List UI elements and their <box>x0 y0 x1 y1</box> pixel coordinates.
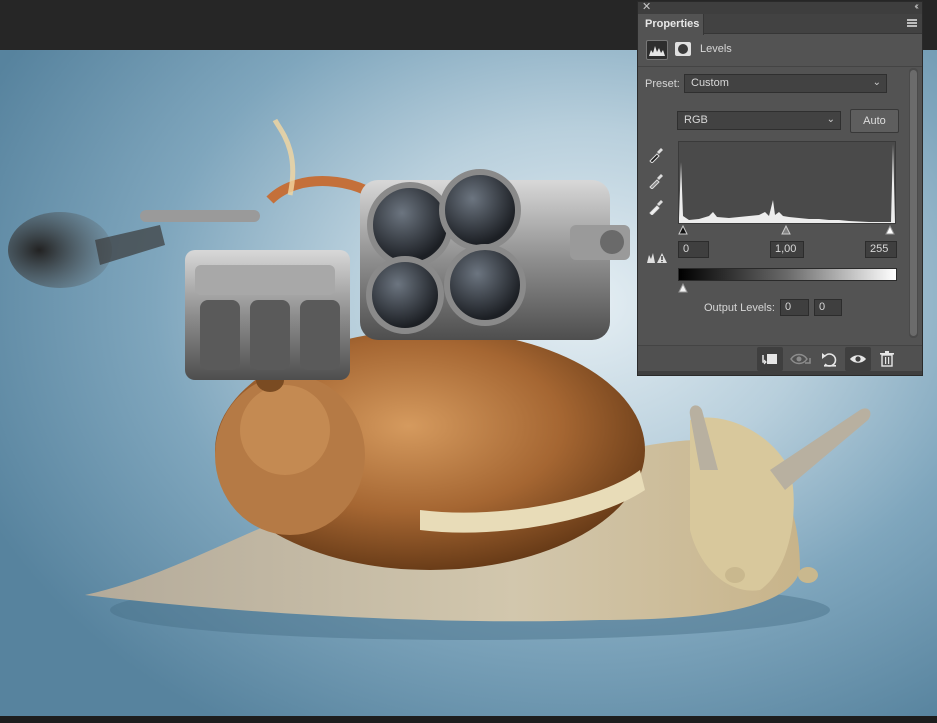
eyedropper-white-icon[interactable] <box>648 199 664 216</box>
preset-dropdown[interactable]: Custom ⌄ <box>684 74 887 93</box>
close-icon[interactable]: ✕ <box>642 1 651 13</box>
properties-panel: ✕ ‹‹ Properties Levels Preset: Custom ⌄ … <box>637 1 923 376</box>
scrollbar-thumb[interactable] <box>910 70 917 336</box>
panel-resize-edge[interactable] <box>638 371 922 375</box>
panel-scrollbar[interactable] <box>909 68 918 338</box>
histogram <box>678 141 896 224</box>
input-gamma-field[interactable]: 1,00 <box>770 241 804 258</box>
divider <box>638 66 922 67</box>
trash-icon[interactable] <box>874 347 900 371</box>
panel-menu-icon[interactable] <box>907 19 917 27</box>
view-previous-state-icon[interactable] <box>788 347 814 371</box>
output-black-handle <box>678 282 688 293</box>
preset-value: Custom <box>691 77 729 89</box>
output-levels-gradient <box>678 268 897 281</box>
auto-button[interactable]: Auto <box>850 109 899 133</box>
output-levels-label: Output Levels: <box>704 302 775 314</box>
input-white-field[interactable]: 255 <box>865 241 897 258</box>
chevron-down-icon: ⌄ <box>826 114 835 125</box>
black-point-handle <box>678 224 688 235</box>
collapse-panel-icon[interactable]: ‹‹ <box>914 1 918 13</box>
adjustment-title: Levels <box>700 43 732 55</box>
channel-dropdown[interactable]: RGB ⌄ <box>677 111 841 130</box>
output-white-field[interactable]: 0 <box>814 299 842 316</box>
layer-mask-icon[interactable] <box>675 42 691 56</box>
white-point-handle <box>885 224 895 235</box>
levels-histogram-icon[interactable] <box>646 40 668 60</box>
channel-value: RGB <box>684 114 708 126</box>
bottom-status-bar <box>0 716 937 723</box>
panel-footer <box>638 345 922 373</box>
reset-icon[interactable] <box>817 347 843 371</box>
panel-titlebar: ✕ ‹‹ <box>638 1 922 14</box>
chevron-down-icon: ⌄ <box>872 77 881 88</box>
visibility-eye-icon[interactable] <box>845 347 871 371</box>
output-levels-slider[interactable] <box>678 281 897 293</box>
output-black-field[interactable]: 0 <box>780 299 809 316</box>
tab-properties[interactable]: Properties <box>638 14 704 35</box>
input-levels-slider[interactable] <box>678 223 896 235</box>
panel-tab-row: Properties <box>638 14 922 35</box>
clipping-warning-icon[interactable] <box>646 250 668 264</box>
eyedropper-gray-icon[interactable] <box>648 173 664 190</box>
preset-label: Preset: <box>645 78 680 90</box>
gamma-handle <box>781 224 791 235</box>
input-black-field[interactable]: 0 <box>678 241 709 258</box>
clip-to-layer-icon[interactable] <box>757 347 783 371</box>
eyedropper-black-icon[interactable] <box>648 147 664 164</box>
